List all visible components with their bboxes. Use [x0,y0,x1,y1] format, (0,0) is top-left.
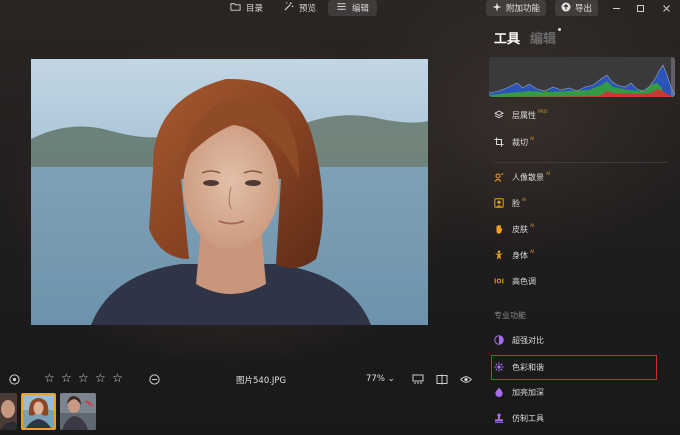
folder-icon [230,1,241,15]
upload-icon [561,2,571,15]
tool-label: 加亮加深 [512,387,544,397]
tool-label: 身体 [512,250,528,260]
zoom-level[interactable]: 77% ⌄ [366,374,395,384]
tool-high-tone[interactable]: 高色调 [494,274,536,288]
minimize-icon[interactable] [610,2,622,14]
maximize-icon[interactable] [634,2,646,14]
thumbnail-selected[interactable] [21,393,56,430]
export-label: 导出 [575,4,593,14]
tool-skin[interactable]: 皮肤 AI [494,222,534,236]
file-name: 图片540.JPG [236,376,287,386]
tool-label: 皮肤 [512,224,528,234]
crop-icon [494,137,504,147]
top-bar: 目录 预览 编辑 附加功能 导出 [0,0,680,18]
tool-dodge-burn[interactable]: 加亮加深 [494,385,544,399]
tab-presets[interactable]: 预览 [275,0,324,16]
mode-tabs: 目录 预览 编辑 [222,0,378,17]
badge: AI [530,137,535,142]
thumbnail[interactable] [60,393,96,430]
addons-label: 附加功能 [506,4,541,14]
tool-label: 裁切 [512,137,528,147]
highlight-box [491,355,657,380]
star-1-icon[interactable]: ☆ [44,372,56,384]
contrast-icon [494,335,504,345]
bottom-toolbar: ☆ ☆ ☆ ☆ ☆ 图片540.JPG 77% ⌄ [0,369,480,389]
star-2-icon[interactable]: ☆ [61,372,73,384]
sparkle-icon [492,2,502,15]
portrait-bokeh-icon [494,172,504,182]
tool-label: 脸 [512,198,520,208]
compare-icon[interactable] [436,373,448,385]
tab-presets-label: 预览 [299,4,317,14]
divider [494,162,668,163]
thumbnail[interactable] [0,393,17,430]
tab-edits[interactable]: 编辑 [530,28,556,47]
badge: AI [522,198,527,203]
main-photo[interactable] [31,59,428,325]
tab-tools[interactable]: 工具 [494,28,520,47]
badge: PRO [538,110,548,115]
magic-wand-icon [283,1,294,15]
dodge-burn-icon [494,387,504,397]
face-icon [494,198,504,208]
tool-portrait-bokeh[interactable]: 人像散景 AI [494,170,550,184]
notification-dot [558,28,561,31]
badge: AI [546,172,551,177]
filmstrip-toggle-icon[interactable] [412,373,424,385]
color-label-icon[interactable] [148,373,160,385]
clone-stamp-icon [494,413,504,423]
badge: AI [530,250,535,255]
layers-icon [494,110,504,120]
reject-icon[interactable] [8,373,20,385]
tone-icon [494,276,504,286]
tool-crop[interactable]: 裁切 AI [494,135,534,149]
tab-edit[interactable]: 编辑 [328,0,378,16]
tool-label: 高色调 [512,276,536,286]
tool-label: 人像散景 [512,172,544,182]
eye-icon[interactable] [460,373,472,385]
tool-label: 超强对比 [512,335,544,345]
panel-tabs: 工具 编辑 [494,28,556,47]
tool-face[interactable]: 脸 AI [494,196,526,210]
tool-layer-properties[interactable]: 层属性 PRO [494,108,547,122]
export-button[interactable]: 导出 [555,0,599,16]
tool-label: 层属性 [512,110,536,120]
tab-catalog[interactable]: 目录 [222,0,271,16]
star-3-icon[interactable]: ☆ [78,372,90,384]
tab-edit-label: 编辑 [352,4,370,14]
tool-label: 仿制工具 [512,413,544,423]
close-icon[interactable] [660,2,672,14]
star-5-icon[interactable]: ☆ [112,372,124,384]
tool-body[interactable]: 身体 AI [494,248,534,262]
star-4-icon[interactable]: ☆ [95,372,107,384]
body-icon [494,250,504,260]
tool-super-contrast[interactable]: 超强对比 [494,333,544,347]
section-pro-label: 专业功能 [494,311,526,320]
sliders-icon [336,1,347,15]
addons-button[interactable]: 附加功能 [486,0,547,16]
badge: AI [530,224,535,229]
histogram [489,57,675,97]
skin-icon [494,224,504,234]
tab-catalog-label: 目录 [246,4,264,14]
tool-clone-stamp[interactable]: 仿制工具 [494,411,544,425]
